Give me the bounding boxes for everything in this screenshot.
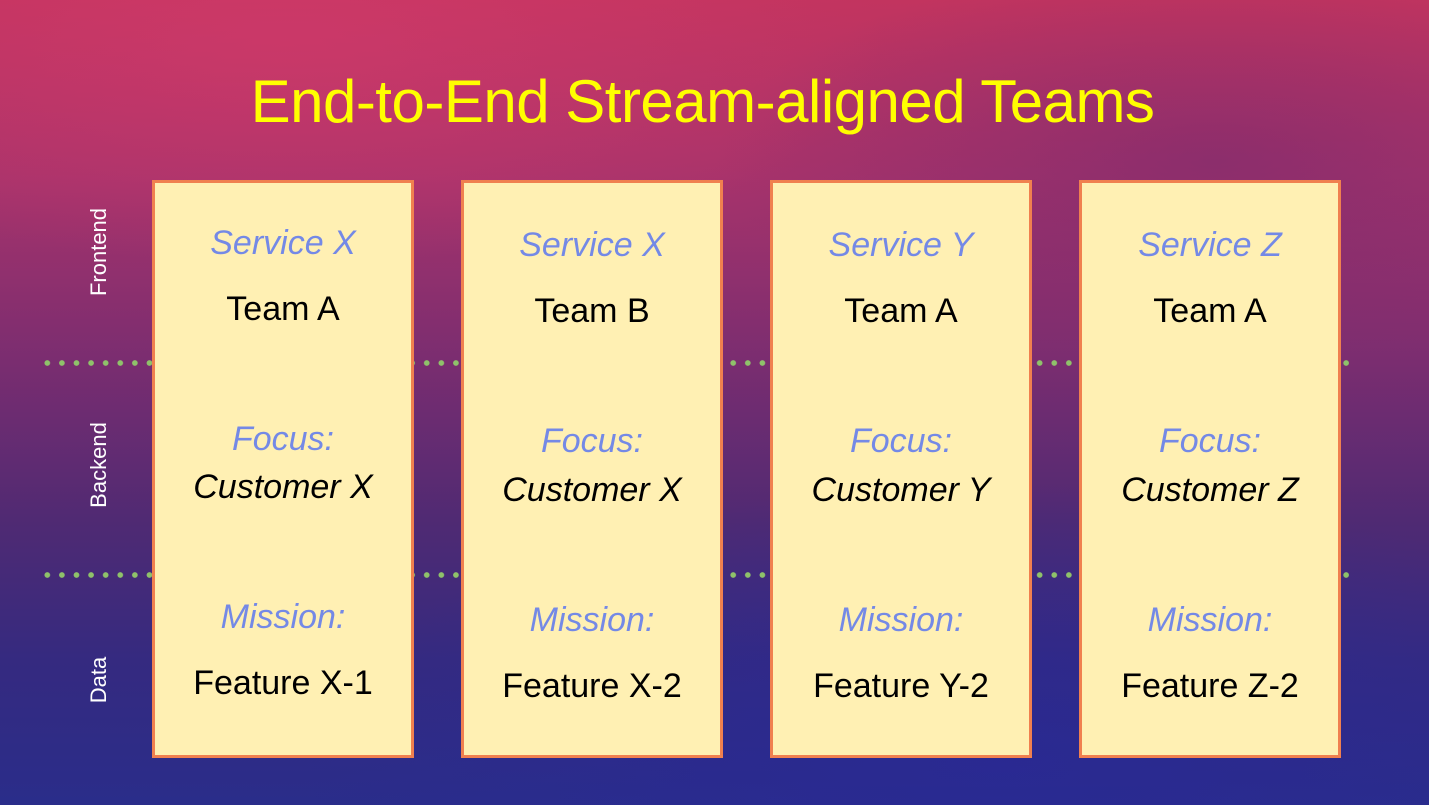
focus-label: Focus: bbox=[849, 422, 953, 460]
service-label: Service Y bbox=[828, 226, 974, 264]
feature-value: Feature X-1 bbox=[193, 664, 373, 702]
customer-value: Customer Z bbox=[1121, 471, 1299, 509]
focus-label: Focus: bbox=[540, 422, 644, 460]
feature-value: Feature Z-2 bbox=[1121, 667, 1299, 705]
team-name: Team A bbox=[844, 292, 958, 330]
row-label-data: Data bbox=[86, 656, 111, 704]
feature-value: Feature Y-2 bbox=[813, 667, 989, 705]
mission-label: Mission: bbox=[1147, 601, 1273, 639]
team-card: Service X Team A Focus: Customer X Missi… bbox=[152, 180, 414, 758]
row-label-backend: Backend bbox=[86, 422, 111, 508]
team-card: Service Y Team A Focus: Customer Y Missi… bbox=[770, 180, 1032, 758]
row-label-frontend: Frontend bbox=[86, 207, 111, 297]
feature-value: Feature X-2 bbox=[502, 667, 682, 705]
mission-label: Mission: bbox=[529, 601, 655, 639]
mission-label: Mission: bbox=[220, 598, 346, 636]
focus-label: Focus: bbox=[1158, 422, 1262, 460]
customer-value: Customer X bbox=[193, 468, 373, 506]
slide: End-to-End Stream-aligned Teams Frontend… bbox=[0, 0, 1429, 805]
service-label: Service Z bbox=[1138, 226, 1282, 264]
team-name: Team B bbox=[534, 292, 650, 330]
service-label: Service X bbox=[519, 226, 665, 264]
focus-label: Focus: bbox=[231, 420, 335, 458]
customer-value: Customer Y bbox=[811, 471, 991, 509]
slide-title: End-to-End Stream-aligned Teams bbox=[0, 62, 1429, 142]
customer-value: Customer X bbox=[502, 471, 682, 509]
team-name: Team A bbox=[226, 290, 340, 328]
team-card: Service Z Team A Focus: Customer Z Missi… bbox=[1079, 180, 1341, 758]
team-name: Team A bbox=[1153, 292, 1267, 330]
title-text: End-to-End Stream-aligned Teams bbox=[250, 68, 1155, 135]
mission-label: Mission: bbox=[838, 601, 964, 639]
service-label: Service X bbox=[210, 224, 356, 262]
team-card: Service X Team B Focus: Customer X Missi… bbox=[461, 180, 723, 758]
